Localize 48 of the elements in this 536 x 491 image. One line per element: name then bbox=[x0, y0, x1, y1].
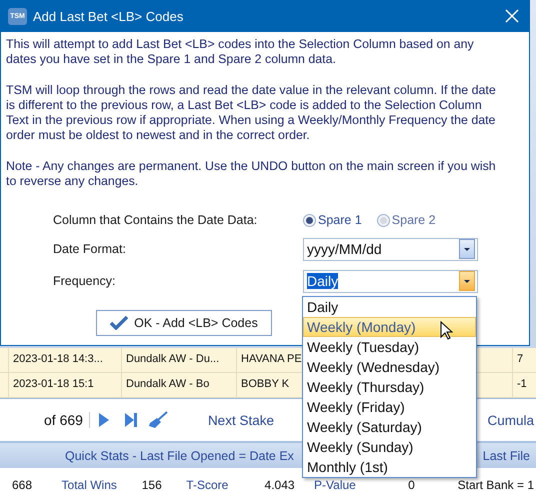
table-cell: Dundalk AW - Bo bbox=[121, 373, 236, 397]
list-option[interactable]: Weekly (Friday) bbox=[303, 397, 476, 417]
next-stake-link[interactable]: Next Stake bbox=[208, 412, 274, 428]
list-option[interactable]: Weekly (Wednesday) bbox=[303, 357, 476, 377]
last-icon[interactable] bbox=[124, 412, 138, 428]
list-option[interactable]: Daily bbox=[303, 297, 476, 317]
broom-icon[interactable] bbox=[148, 411, 168, 429]
field-label: Date Format: bbox=[53, 242, 127, 256]
table-cell: 2023-01-18 14:3... bbox=[8, 348, 121, 372]
description-text: TSM will loop through the rows and read the date value in the relevant column. If the date is different to the previous row, a Last Bet <LB> code is added to the Selection Column Text in the previous row if appropriate. When using a Weekly/Monthly Frequency the date order must be oldest to newest and in the correct order. bbox=[6, 82, 497, 144]
window-title: Add Last Bet <LB> Codes bbox=[33, 8, 184, 24]
table-cell: Dundalk AW - Du... bbox=[121, 348, 236, 372]
caret-icon bbox=[464, 248, 470, 251]
field-label: Column that Contains the Date Data: bbox=[53, 213, 258, 228]
list-option[interactable]: Weekly (Thursday) bbox=[303, 377, 476, 397]
quick-stats-title: Last File bbox=[482, 448, 530, 462]
list-option[interactable]: Weekly (Monday) bbox=[303, 317, 476, 337]
description-text: This will attempt to add Last Bet <LB> codes into the Selection Column based on any dates you have set in the Spare 1 and Spare 2 column data. bbox=[6, 37, 475, 68]
description-text: Note - Any changes are permanent. Use the UNDO button on the main screen if you wish to reverse any changes. bbox=[6, 158, 497, 190]
list-option[interactable]: Monthly (1st) bbox=[303, 457, 476, 477]
cursor-icon bbox=[440, 321, 453, 340]
stat-label: T-Score bbox=[186, 479, 230, 491]
table-cell: 7 bbox=[512, 348, 536, 372]
check-icon bbox=[110, 316, 128, 330]
next-icon[interactable] bbox=[98, 412, 110, 428]
radio-option[interactable]: Spare 1 bbox=[303, 213, 362, 228]
field-label: Frequency: bbox=[53, 274, 117, 288]
stat-value: 4.043 bbox=[264, 479, 296, 491]
radio-option[interactable]: Spare 2 bbox=[376, 213, 436, 228]
stat-label: Total Wins bbox=[62, 479, 118, 491]
close-icon[interactable] bbox=[505, 9, 519, 23]
page-count: of 669 bbox=[44, 412, 90, 428]
stat-value: 668 bbox=[12, 479, 34, 491]
table-cell: -1 bbox=[512, 373, 536, 397]
frequency-dropdown[interactable]: Daily bbox=[303, 270, 478, 293]
quick-stats-title: Quick Stats - Last File Opened = Date Ex bbox=[65, 448, 294, 462]
stat-label: P-Value bbox=[314, 479, 357, 491]
list-option[interactable]: Weekly (Saturday) bbox=[303, 417, 476, 437]
cumulative-link[interactable]: Cumula bbox=[487, 412, 534, 428]
ok-button[interactable]: OK - Add <LB> Codes bbox=[96, 310, 272, 336]
list-option[interactable]: Weekly (Tuesday) bbox=[303, 337, 476, 357]
list-option[interactable]: Weekly (Sunday) bbox=[303, 437, 476, 457]
start-bank-text: Start Bank = 1 bbox=[458, 479, 534, 491]
stat-value: 156 bbox=[142, 479, 163, 491]
table-cell: 2023-01-18 15:1 bbox=[8, 373, 121, 397]
stat-value: 0 bbox=[408, 479, 416, 491]
date-format-dropdown[interactable]: yyyy/MM/dd bbox=[303, 238, 478, 261]
caret-icon bbox=[464, 280, 470, 283]
